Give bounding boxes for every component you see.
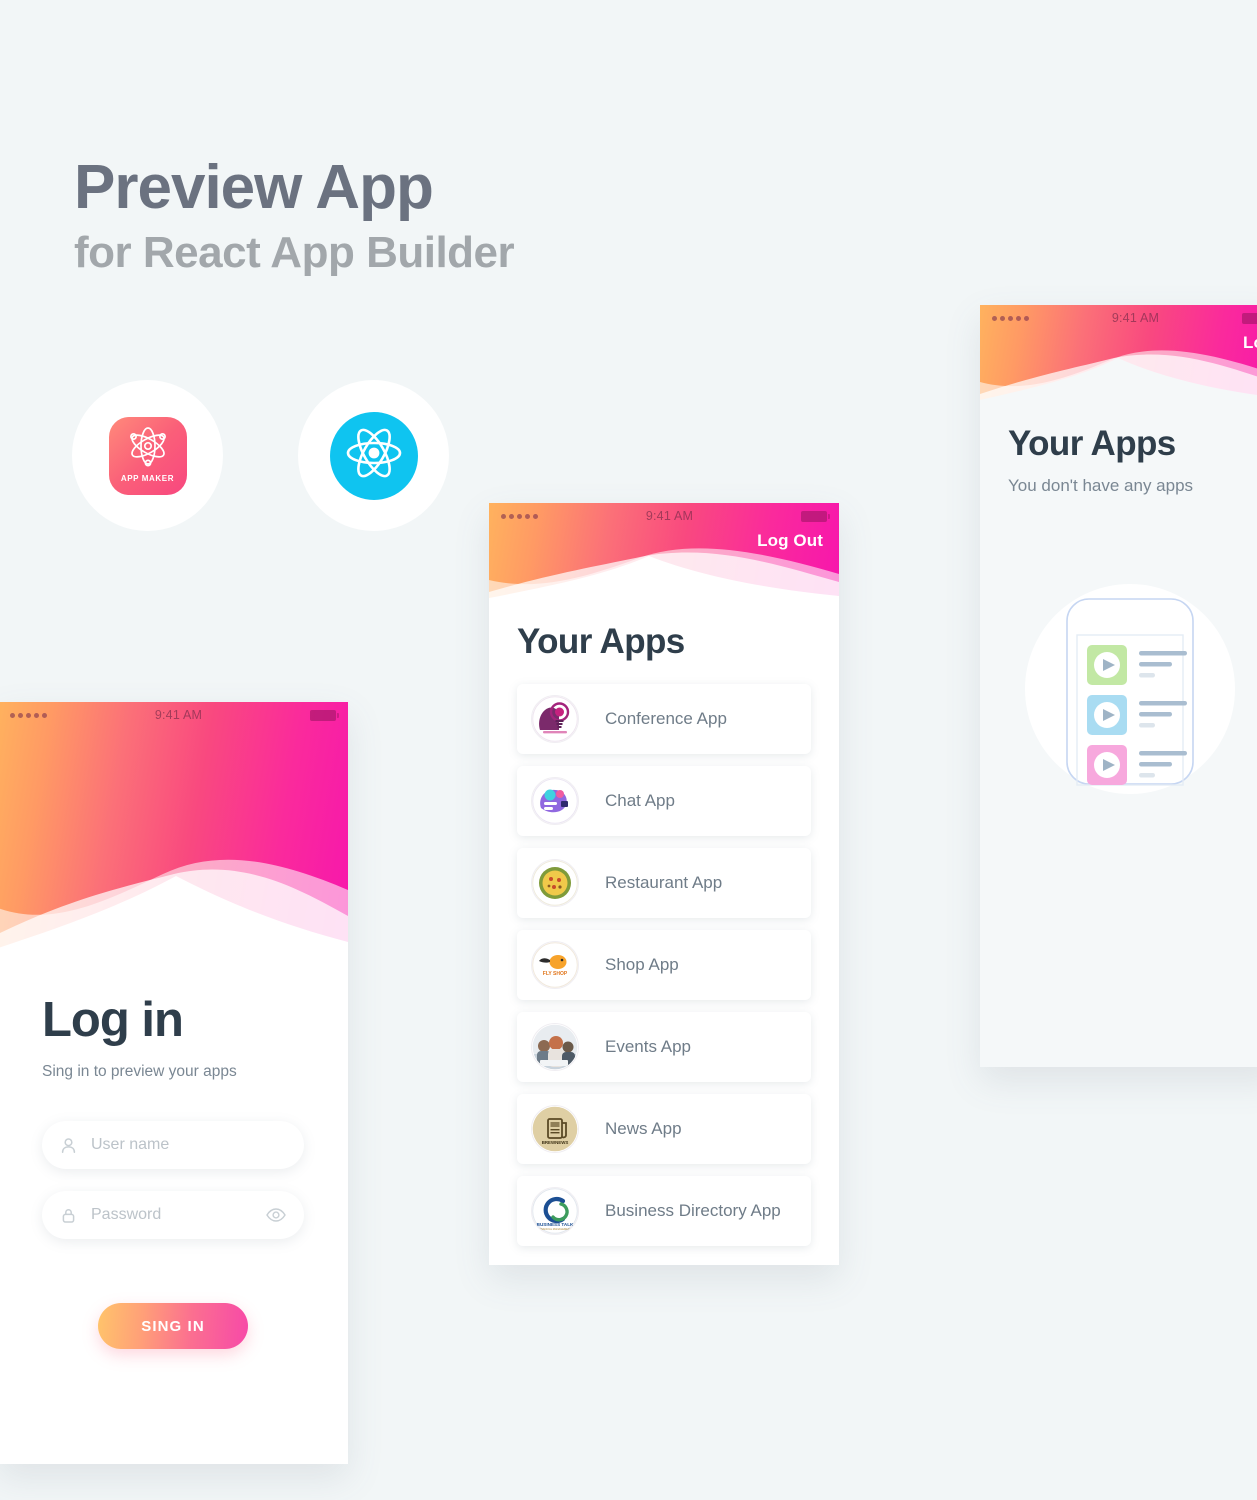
events-app-icon: [531, 1023, 579, 1071]
svg-text:BREWNEWS: BREWNEWS: [542, 1140, 569, 1145]
apps-header: 9:41 AM Log Out: [489, 503, 839, 598]
page-title-block: Preview App for React App Builder: [74, 153, 515, 279]
empty-page-title: Your Apps: [1008, 424, 1176, 463]
login-header: 9:41 AM: [0, 702, 348, 950]
page-subtitle: for React App Builder: [74, 227, 515, 277]
app-list-item[interactable]: Events App: [517, 1012, 811, 1082]
app-list-item[interactable]: Restaurant App: [517, 848, 811, 918]
statusbar-time: 9:41 AM: [154, 708, 203, 722]
signal-dots-icon: [10, 712, 47, 718]
statusbar-time: 9:41 AM: [1111, 311, 1160, 325]
app-list-item-label: Shop App: [605, 955, 679, 974]
log-out-button[interactable]: Log Out: [489, 529, 839, 551]
empty-apps-illustration: [1025, 584, 1235, 794]
app-list-item[interactable]: FLY SHOP Shop App: [517, 930, 811, 1000]
react-logo-badge: [298, 380, 449, 531]
login-title: Log in: [42, 993, 184, 1047]
svg-text:FINANCIAL MANAGEMENT: FINANCIAL MANAGEMENT: [539, 1227, 572, 1231]
eye-icon[interactable]: [266, 1208, 286, 1222]
restaurant-app-icon: [531, 859, 579, 907]
login-statusbar: 9:41 AM: [0, 702, 348, 728]
signal-dots-icon: [501, 513, 538, 519]
atom-icon: [125, 426, 171, 473]
login-fields: User name Password: [42, 1121, 304, 1239]
app-maker-label: APP MAKER: [120, 473, 175, 483]
empty-header: 9:41 AM Lo: [980, 305, 1257, 400]
battery-icon: [310, 709, 339, 721]
username-placeholder: User name: [91, 1136, 170, 1153]
password-placeholder: Password: [91, 1206, 162, 1223]
login-phone-screen: 9:41 AM Log in Sing in to preview your a…: [0, 702, 348, 1464]
app-list-item-label: Conference App: [605, 709, 727, 728]
shop-app-icon: FLY SHOP: [531, 941, 579, 989]
your-apps-phone-screen: 9:41 AM Log Out Your Apps Conference App…: [489, 503, 839, 1265]
page-title: Preview App: [74, 153, 434, 222]
header-wave-shapes: [0, 859, 348, 950]
preview-app-poster: Preview App for React App Builder APP MA…: [0, 0, 1257, 1500]
empty-message: You don't have any apps: [1008, 476, 1194, 495]
app-list-item-label: Chat App: [605, 791, 675, 810]
svg-text:FLY SHOP: FLY SHOP: [543, 971, 568, 977]
app-list-item-label: Events App: [605, 1037, 692, 1056]
app-maker-tile: APP MAKER: [108, 416, 187, 495]
app-maker-logo-badge: APP MAKER: [72, 380, 223, 531]
statusbar-time: 9:41 AM: [645, 509, 694, 523]
lock-icon: [60, 1207, 77, 1224]
conference-app-icon: [531, 695, 579, 743]
react-tile: [329, 411, 418, 500]
signal-dots-icon: [992, 315, 1029, 321]
login-subtitle: Sing in to preview your apps: [42, 1063, 237, 1080]
app-list-item[interactable]: Conference App: [517, 684, 811, 754]
battery-icon: [801, 510, 830, 522]
apps-statusbar: 9:41 AM: [489, 503, 839, 529]
password-input[interactable]: Password: [42, 1191, 304, 1239]
app-list-item-label: Business Directory App: [605, 1201, 781, 1220]
svg-text:BUSINESS TALK: BUSINESS TALK: [537, 1222, 574, 1227]
business-directory-app-icon: BUSINESS TALK FINANCIAL MANAGEMENT: [531, 1187, 579, 1235]
login-content: Log in Sing in to preview your apps User…: [0, 950, 348, 1349]
user-icon: [60, 1137, 77, 1154]
apps-page-title: Your Apps: [517, 622, 685, 661]
chat-app-icon: [531, 777, 579, 825]
log-out-button[interactable]: Lo: [980, 331, 1257, 353]
app-list-item[interactable]: Chat App: [517, 766, 811, 836]
sing-in-button[interactable]: SING IN: [98, 1303, 248, 1349]
news-app-icon: BREWNEWS: [531, 1105, 579, 1153]
app-list-item-label: News App: [605, 1119, 682, 1138]
app-list-item[interactable]: BUSINESS TALK FINANCIAL MANAGEMENT Busines…: [517, 1176, 811, 1246]
empty-apps-phone-screen: 9:41 AM Lo Your Apps You don't have any …: [980, 305, 1257, 1067]
app-list-item-label: Restaurant App: [605, 873, 723, 892]
react-atom-icon: [344, 426, 404, 485]
empty-content: Your Apps You don't have any apps: [980, 400, 1257, 794]
battery-icon: [1242, 312, 1257, 324]
app-list-item[interactable]: BREWNEWS News App: [517, 1094, 811, 1164]
app-list: Conference App Chat App Restaurant App FLY …: [517, 684, 811, 1246]
empty-statusbar: 9:41 AM: [980, 305, 1257, 331]
username-input[interactable]: User name: [42, 1121, 304, 1169]
apps-content: Your Apps Conference App Chat App Restaura…: [489, 598, 839, 1246]
